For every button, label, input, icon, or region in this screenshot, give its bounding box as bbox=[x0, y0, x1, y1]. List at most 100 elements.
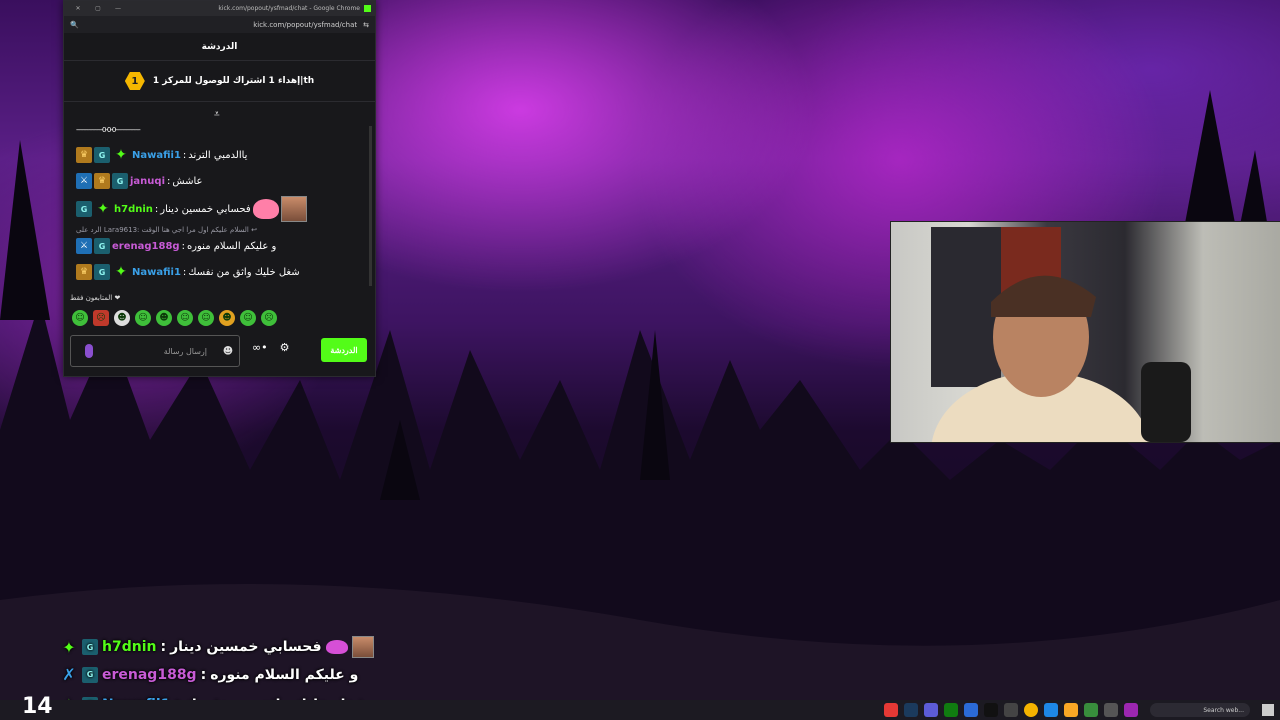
site-info-icon[interactable]: 🔍 bbox=[70, 21, 79, 29]
chat-scrollbar[interactable] bbox=[369, 126, 372, 286]
pink-emote-icon bbox=[252, 199, 279, 219]
emote-icon[interactable]: ☺ bbox=[240, 310, 256, 326]
window-titlebar: ✕ ▢ — kick.com/popout/ysfmad/chat - Goog… bbox=[64, 1, 375, 16]
app-icon[interactable] bbox=[1004, 703, 1018, 717]
chat-message: ⚔ G erenag188g: و عليكم السلام منوره bbox=[76, 238, 276, 254]
emoji-picker-icon[interactable]: ☻ bbox=[217, 346, 239, 357]
app-icon[interactable] bbox=[1044, 703, 1058, 717]
goal-badge: 1 bbox=[124, 72, 145, 90]
overlay-username: erenag188g bbox=[102, 666, 197, 683]
app-icon[interactable] bbox=[964, 703, 978, 717]
crown-badge-icon: ♛ bbox=[94, 173, 110, 189]
verified-star-icon: ✦ bbox=[97, 201, 109, 217]
subscriber-badge-icon: G bbox=[94, 147, 110, 163]
chat-username[interactable]: h7dnin bbox=[114, 204, 153, 215]
folder-icon[interactable] bbox=[1064, 703, 1078, 717]
chat-message: G ✦ h7dnin: فحسابي خمسين دينار bbox=[76, 196, 307, 222]
overlay-text: فحسابي خمسين دينار bbox=[170, 639, 322, 655]
overlay-chat-message: ✗ G erenag188g : و عليكم السلام منوره bbox=[60, 665, 358, 684]
chat-username[interactable]: Nawafii1 bbox=[132, 267, 181, 278]
separator-message: -----------------0-0-0---------------- bbox=[76, 126, 141, 134]
app-icon[interactable] bbox=[1124, 703, 1138, 717]
face-emote-icon bbox=[351, 636, 374, 658]
window-title: kick.com/popout/ysfmad/chat - Google Chr… bbox=[218, 5, 360, 12]
steam-icon[interactable] bbox=[904, 703, 918, 717]
chat-text: و عليكم السلام منوره bbox=[186, 240, 277, 252]
moderator-sword-icon: ⚔ bbox=[76, 238, 92, 254]
minimize-window-icon[interactable]: — bbox=[108, 5, 128, 12]
pink-emote-icon bbox=[325, 640, 348, 654]
crown-badge-icon: ♛ bbox=[76, 147, 92, 163]
chrome-icon[interactable] bbox=[1024, 703, 1038, 717]
emote-icon[interactable]: ☻ bbox=[156, 310, 172, 326]
nvidia-icon[interactable] bbox=[1084, 703, 1098, 717]
crown-badge-icon: ♛ bbox=[76, 264, 92, 280]
verified-star-icon: ✦ bbox=[115, 147, 127, 163]
moderator-sword-icon: ⚔ bbox=[76, 173, 92, 189]
pinned-text: إهداء 1 اشتراك للوصول للمركز 1|th bbox=[152, 76, 315, 86]
chat-send-button[interactable]: الدردشة bbox=[321, 338, 367, 362]
emote-icon[interactable]: ☹ bbox=[93, 310, 109, 326]
verified-star-icon: ✦ bbox=[62, 637, 76, 657]
input-placeholder: إرسال رسالة bbox=[163, 346, 207, 356]
chat-username[interactable]: januqi bbox=[130, 176, 165, 187]
tiktok-icon[interactable] bbox=[984, 703, 998, 717]
emote-icon[interactable]: ☻ bbox=[219, 310, 235, 326]
webcam-feed bbox=[890, 221, 1280, 443]
emote-icon[interactable]: ☹ bbox=[261, 310, 277, 326]
emote-icon[interactable]: ☺ bbox=[72, 310, 88, 326]
tune-icon[interactable]: ⇆ bbox=[363, 21, 369, 29]
url-bar[interactable]: 🔍 kick.com/popout/ysfmad/chat ⇆ bbox=[64, 16, 375, 33]
streamer-image bbox=[931, 227, 1191, 442]
emote-icon[interactable]: ☺ bbox=[135, 310, 151, 326]
taskbar-icons bbox=[884, 703, 1138, 717]
chat-message: ♛ G ✦ Nawafii1: شغل خليك واثق من نفسك bbox=[76, 264, 300, 280]
subscriber-badge-icon: G bbox=[76, 201, 92, 217]
pinned-goal[interactable]: 1 إهداء 1 اشتراك للوصول للمركز 1|th bbox=[64, 61, 375, 102]
app-icon[interactable] bbox=[1104, 703, 1118, 717]
verified-star-icon: ✦ bbox=[115, 264, 127, 280]
chat-header: الدردشة bbox=[64, 33, 375, 61]
microphone-icon[interactable] bbox=[85, 344, 93, 358]
overlay-text: و عليكم السلام منوره bbox=[210, 666, 359, 683]
reply-note: الرد على Lara9613: السلام عليكم اول مرا … bbox=[76, 226, 257, 234]
chat-text: ياالدمبي الترند bbox=[188, 149, 248, 161]
followers-only-label: المتابعون فقط ❤ bbox=[70, 294, 121, 302]
subscriber-badge-icon: G bbox=[112, 173, 128, 189]
emote-icon[interactable]: ☺ bbox=[177, 310, 193, 326]
url-text: kick.com/popout/ysfmad/chat bbox=[253, 20, 358, 29]
collapse-pinned-icon[interactable]: ⩡ bbox=[214, 109, 220, 120]
chat-message: ♛ G ✦ Nawafii1: ياالدمبي الترند bbox=[76, 147, 247, 163]
kick-logo-icon bbox=[364, 5, 371, 12]
infinity-icon[interactable]: ∞• bbox=[252, 341, 268, 354]
face-emote-icon bbox=[280, 196, 307, 222]
counter-text: 14 bbox=[22, 694, 53, 719]
app-icon[interactable] bbox=[884, 703, 898, 717]
chat-text: فحسابي خمسين دينار bbox=[160, 203, 251, 215]
chat-username[interactable]: erenag188g bbox=[112, 241, 180, 252]
emote-icon[interactable]: ☺ bbox=[198, 310, 214, 326]
chat-message-input[interactable]: إرسال رسالة ☻ bbox=[70, 335, 240, 367]
sword-icon: ✗ bbox=[62, 665, 76, 684]
overlay-chat-message: ✦ G h7dnin : فحسابي خمسين دينار bbox=[60, 636, 374, 658]
xbox-icon[interactable] bbox=[944, 703, 958, 717]
subscriber-badge-icon: G bbox=[94, 264, 110, 280]
emote-bar: ☺ ☹ ☻ ☺ ☻ ☺ ☺ ☻ ☺ ☹ bbox=[72, 310, 277, 326]
notification-icon[interactable] bbox=[1262, 704, 1274, 716]
chat-username[interactable]: Nawafii1 bbox=[132, 150, 181, 161]
taskbar-search[interactable]: Search web... bbox=[1150, 703, 1250, 717]
overlay-username: h7dnin bbox=[102, 639, 157, 655]
chat-text: شغل خليك واثق من نفسك bbox=[188, 266, 300, 278]
subscriber-badge-icon: G bbox=[82, 666, 98, 683]
emote-icon[interactable]: ☻ bbox=[114, 310, 130, 326]
chat-popout-window: ✕ ▢ — kick.com/popout/ysfmad/chat - Goog… bbox=[63, 0, 376, 377]
chat-tools: ∞• ⚙ bbox=[252, 341, 290, 354]
maximize-window-icon[interactable]: ▢ bbox=[88, 5, 108, 12]
chat-message: ⚔ ♛ G januqi: عاشش bbox=[76, 173, 203, 189]
subscriber-badge-icon: G bbox=[82, 639, 98, 655]
subscriber-badge-icon: G bbox=[94, 238, 110, 254]
chat-text: عاشش bbox=[172, 175, 203, 187]
settings-gear-icon[interactable]: ⚙ bbox=[280, 341, 290, 354]
close-window-icon[interactable]: ✕ bbox=[68, 5, 88, 12]
discord-icon[interactable] bbox=[924, 703, 938, 717]
